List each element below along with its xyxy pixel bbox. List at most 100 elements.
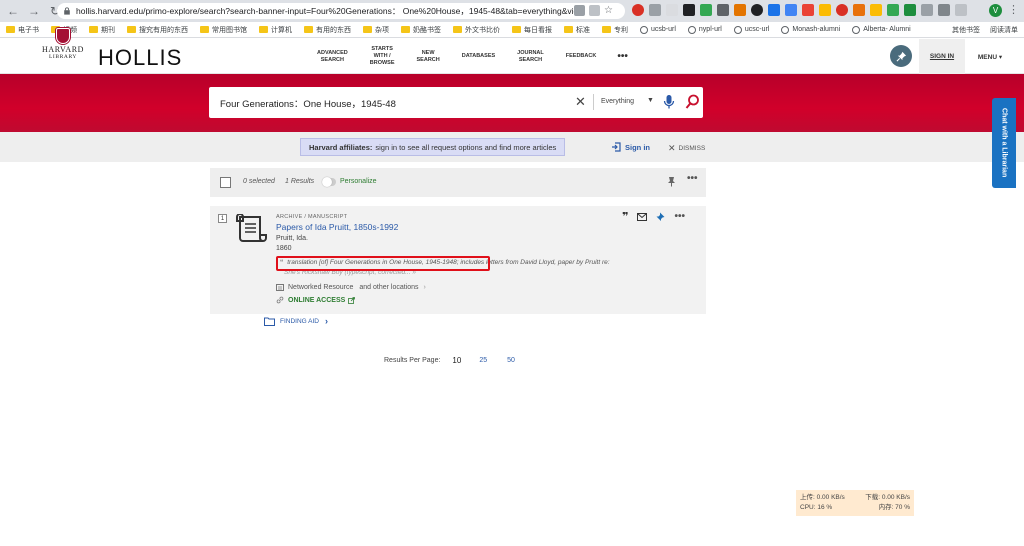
affiliates-sign-in-link[interactable]: Sign in: [611, 142, 650, 152]
nav-new-search[interactable]: NEW SEARCH: [406, 50, 451, 64]
extension-icon[interactable]: [870, 4, 882, 16]
pin-icon[interactable]: [667, 176, 676, 187]
bookmark-link[interactable]: Monash-alumni: [781, 25, 840, 34]
results-per-page-label: Results Per Page:: [384, 357, 441, 364]
search-scope-select[interactable]: Everything: [601, 98, 634, 105]
bookmark-folder[interactable]: 标准: [564, 25, 590, 35]
scope-caret-icon[interactable]: ▼: [647, 97, 654, 104]
folder-icon: [564, 26, 573, 33]
bookmark-link[interactable]: Alberta- Alumni: [852, 25, 911, 34]
extensions-strip: [632, 4, 967, 16]
bookmark-folder[interactable]: 电子书: [6, 25, 39, 35]
sign-in-button[interactable]: SIGN IN: [919, 39, 965, 74]
pin-record-icon[interactable]: [656, 212, 665, 222]
folder-icon: [89, 26, 98, 33]
extension-icon[interactable]: [649, 4, 661, 16]
folder-icon: [512, 26, 521, 33]
result-author: Pruitt, Ida.: [276, 235, 308, 242]
extension-icon[interactable]: [700, 4, 712, 16]
nav-feedback[interactable]: FEEDBACK: [555, 53, 608, 60]
microphone-icon[interactable]: [663, 94, 675, 110]
nav-browse[interactable]: STARTS WITH / BROWSE: [359, 46, 406, 67]
extension-icon[interactable]: [666, 4, 678, 16]
personalize-toggle[interactable]: [322, 177, 336, 187]
extension-icon[interactable]: [853, 4, 865, 16]
reading-list[interactable]: 阅读清单: [990, 25, 1018, 35]
bookmarks-right: 其他书签 阅读清单: [952, 25, 1018, 35]
bookmark-folder[interactable]: 每日看报: [512, 25, 552, 35]
extension-icon[interactable]: [938, 4, 950, 16]
share-icon[interactable]: [589, 5, 600, 16]
extension-icon[interactable]: [904, 4, 916, 16]
extension-icon[interactable]: [819, 4, 831, 16]
search-input[interactable]: Four Generations：One House，1945-48 ✕ Eve…: [209, 87, 703, 118]
back-icon[interactable]: ←: [5, 3, 21, 19]
bookmark-folder[interactable]: 计算机: [259, 25, 292, 35]
clear-search-icon[interactable]: ✕: [575, 94, 586, 110]
bookmark-folder[interactable]: 杂项: [363, 25, 389, 35]
nav-advanced-search[interactable]: ADVANCED SEARCH: [306, 50, 359, 64]
other-locations-link[interactable]: and other locations: [359, 284, 418, 291]
nav-journal-search[interactable]: JOURNAL SEARCH: [506, 50, 555, 64]
search-divider: [593, 94, 594, 110]
select-all-checkbox[interactable]: [220, 177, 231, 188]
bookmark-star-icon[interactable]: ☆: [604, 5, 615, 16]
result-more-icon[interactable]: •••: [674, 212, 685, 222]
bookmark-folder[interactable]: 期刊: [89, 25, 115, 35]
result-title-link[interactable]: Papers of Ida Pruitt, 1850s-1992: [276, 222, 398, 232]
forward-icon[interactable]: →: [26, 3, 42, 19]
top-nav: ADVANCED SEARCH STARTS WITH / BROWSE NEW…: [306, 39, 638, 74]
dismiss-button[interactable]: ✕ DISMISS: [668, 143, 705, 154]
address-bar[interactable]: hollis.harvard.edu/primo-explore/search?…: [57, 3, 625, 19]
result-year: 1860: [276, 245, 292, 252]
bookmark-link[interactable]: ucsb-url: [640, 25, 676, 34]
citation-icon[interactable]: ❞: [622, 212, 628, 223]
extensions-puzzle-icon[interactable]: [955, 4, 967, 16]
extension-icon[interactable]: [734, 4, 746, 16]
extension-icon[interactable]: [785, 4, 797, 16]
result-item[interactable]: 1 ARCHIVE / MANUSCRIPT Papers of Ida Pru…: [210, 206, 706, 314]
email-icon[interactable]: [637, 213, 648, 221]
other-bookmarks[interactable]: 其他书签: [952, 25, 980, 35]
bookmark-folder[interactable]: 奶酪书签: [401, 25, 441, 35]
toolbar-more-icon[interactable]: •••: [687, 173, 698, 184]
chat-with-librarian-tab[interactable]: Chat with a Librarian: [992, 98, 1016, 188]
bookmark-link[interactable]: nypl-url: [687, 25, 722, 34]
globe-icon: [640, 25, 648, 34]
hollis-title[interactable]: HOLLIS: [98, 45, 182, 71]
nav-more-icon[interactable]: •••: [607, 51, 638, 62]
bookmark-folder[interactable]: 外文书比价: [453, 25, 500, 35]
extension-icon[interactable]: [683, 4, 695, 16]
bookmark-folder[interactable]: 常用图书馆: [200, 25, 247, 35]
menu-button[interactable]: MENU ▾: [970, 39, 1010, 74]
affiliates-bar: Harvard affiliates: sign in to see all r…: [0, 132, 1024, 162]
extension-icon[interactable]: [751, 4, 763, 16]
globe-icon: [687, 25, 696, 34]
bookmark-folder[interactable]: 专利: [602, 25, 628, 35]
per-page-option-25[interactable]: 25: [479, 357, 487, 364]
online-access-link[interactable]: ONLINE ACCESS: [276, 296, 356, 304]
extension-icon[interactable]: [802, 4, 814, 16]
globe-icon: [781, 25, 790, 34]
bookmark-link[interactable]: ucsc-url: [733, 25, 769, 34]
personalize-label[interactable]: Personalize: [340, 178, 377, 185]
profile-avatar[interactable]: V: [989, 4, 1002, 17]
search-icon[interactable]: [685, 94, 700, 110]
extension-icon[interactable]: [887, 4, 899, 16]
bookmark-folder[interactable]: 搜究有用的东西: [127, 25, 188, 35]
extension-icon[interactable]: [921, 4, 933, 16]
per-page-option-50[interactable]: 50: [507, 357, 515, 364]
nav-databases[interactable]: DATABASES: [451, 53, 506, 60]
pin-icon[interactable]: [890, 45, 912, 67]
url-text: hollis.harvard.edu/primo-explore/search?…: [76, 6, 576, 16]
extension-icon[interactable]: [768, 4, 780, 16]
finding-aid-link[interactable]: FINDING AID ›: [264, 316, 328, 326]
browser-menu-icon[interactable]: ⋮: [1008, 3, 1019, 16]
extension-abp-icon[interactable]: [632, 4, 644, 16]
translate-icon[interactable]: [574, 5, 585, 16]
bookmark-folder[interactable]: 有用的东西: [304, 25, 351, 35]
extension-icon[interactable]: [717, 4, 729, 16]
per-page-option-10[interactable]: 10: [452, 356, 461, 365]
extension-icon[interactable]: [836, 4, 848, 16]
harvard-library-logo[interactable]: HARVARD LIBRARY: [38, 45, 88, 60]
